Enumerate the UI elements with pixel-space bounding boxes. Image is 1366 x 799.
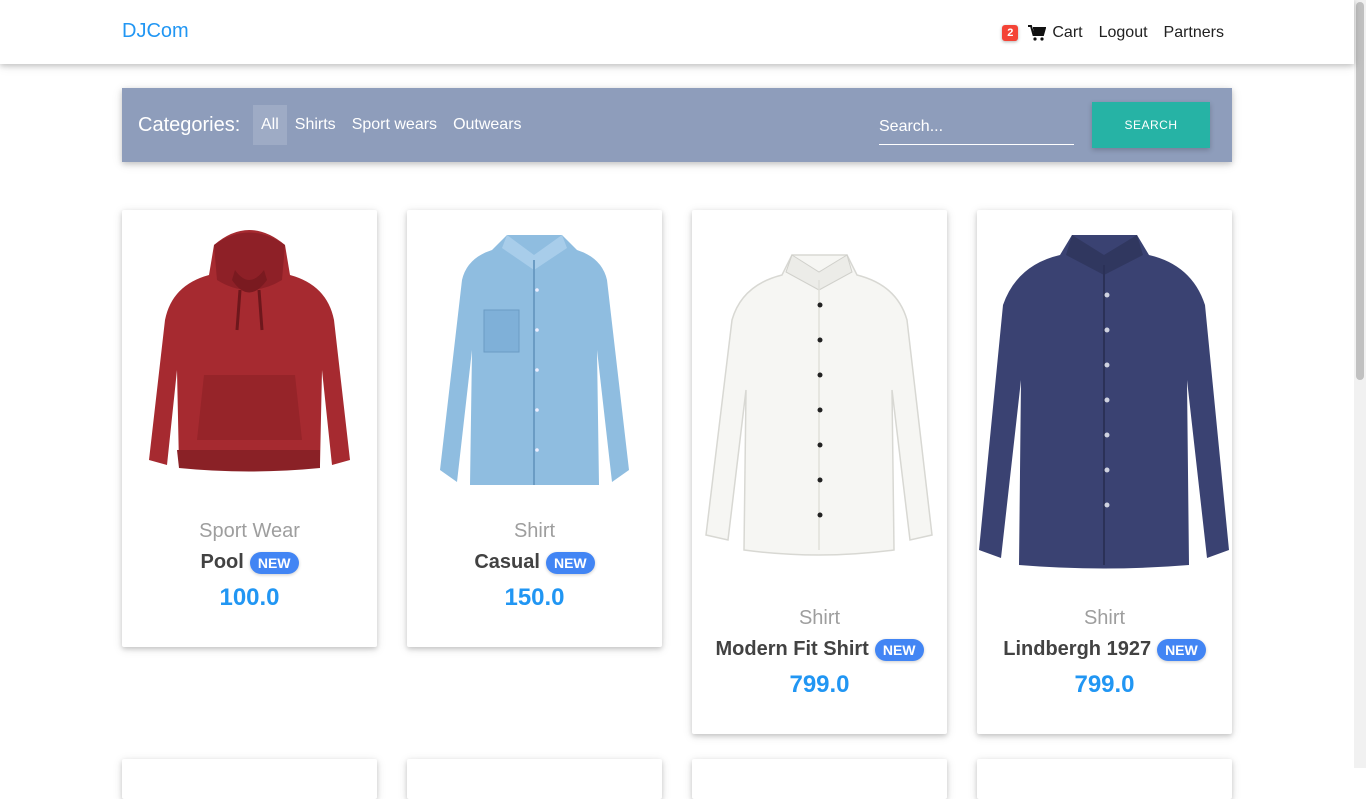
- scrollbar-thumb[interactable]: [1356, 2, 1364, 380]
- product-price: 799.0: [1074, 671, 1135, 698]
- product-card[interactable]: Shirt Modern Fit Shirt NEW 799.0: [692, 210, 947, 734]
- category-outwears[interactable]: Outwears: [445, 105, 529, 145]
- brand-logo[interactable]: DJCom: [122, 20, 189, 43]
- product-card[interactable]: [407, 759, 662, 799]
- product-name-row: Casual NEW: [407, 551, 662, 574]
- category-all[interactable]: All: [253, 105, 287, 145]
- product-image-denim-shirt[interactable]: [407, 210, 662, 520]
- partners-link[interactable]: Partners: [1164, 24, 1224, 42]
- category-list: All Shirts Sport wears Outwears: [253, 105, 530, 145]
- logout-link[interactable]: Logout: [1099, 24, 1148, 42]
- cart-link[interactable]: Cart: [1028, 24, 1083, 42]
- product-card[interactable]: Shirt Casual NEW 150.0: [407, 210, 662, 647]
- cart-count-badge: 2: [1002, 25, 1019, 41]
- new-badge: NEW: [249, 551, 299, 574]
- product-card[interactable]: [692, 759, 947, 799]
- nav-right: 2 Cart Logout Partners: [1002, 20, 1224, 46]
- product-card[interactable]: [977, 759, 1232, 799]
- category-sport-wears[interactable]: Sport wears: [344, 105, 445, 145]
- product-name[interactable]: Casual: [474, 551, 540, 574]
- product-image-red-hoodie[interactable]: [122, 210, 377, 520]
- page-scrollbar[interactable]: [1354, 0, 1366, 768]
- new-badge: NEW: [545, 551, 595, 574]
- search-input[interactable]: [879, 110, 1074, 145]
- product-name-row: Modern Fit Shirt NEW: [692, 638, 947, 661]
- categories-title: Categories:: [138, 114, 241, 136]
- new-badge: NEW: [1157, 638, 1206, 661]
- product-image-white-shirt[interactable]: [692, 210, 947, 607]
- product-price: 799.0: [789, 671, 850, 698]
- top-navbar: DJCom 2 Cart Logout Partners: [0, 0, 1354, 64]
- cart-icon: [1028, 25, 1047, 41]
- category-bar: Categories: All Shirts Sport wears Outwe…: [122, 88, 1232, 162]
- product-price: 100.0: [219, 584, 280, 611]
- category-shirts[interactable]: Shirts: [287, 105, 344, 145]
- product-category: Shirt: [1083, 607, 1126, 629]
- product-category: Shirt: [513, 520, 556, 542]
- product-card[interactable]: Shirt Lindbergh 1927 NEW 799.0: [977, 210, 1232, 734]
- product-price: 150.0: [504, 584, 565, 611]
- product-name[interactable]: Modern Fit Shirt: [716, 638, 869, 661]
- product-name[interactable]: Pool: [200, 551, 243, 574]
- product-name-row: Pool NEW: [122, 551, 377, 574]
- cart-label: Cart: [1052, 24, 1083, 41]
- product-image-navy-shirt[interactable]: [977, 210, 1232, 607]
- product-card[interactable]: Sport Wear Pool NEW 100.0: [122, 210, 377, 647]
- search-button[interactable]: SEARCH: [1092, 102, 1210, 148]
- product-name[interactable]: Lindbergh 1927: [1003, 638, 1151, 661]
- product-card[interactable]: [122, 759, 377, 799]
- product-category: Shirt: [798, 607, 841, 629]
- product-category: Sport Wear: [199, 520, 300, 542]
- product-name-row: Lindbergh 1927 NEW: [977, 638, 1232, 661]
- new-badge: NEW: [874, 638, 924, 661]
